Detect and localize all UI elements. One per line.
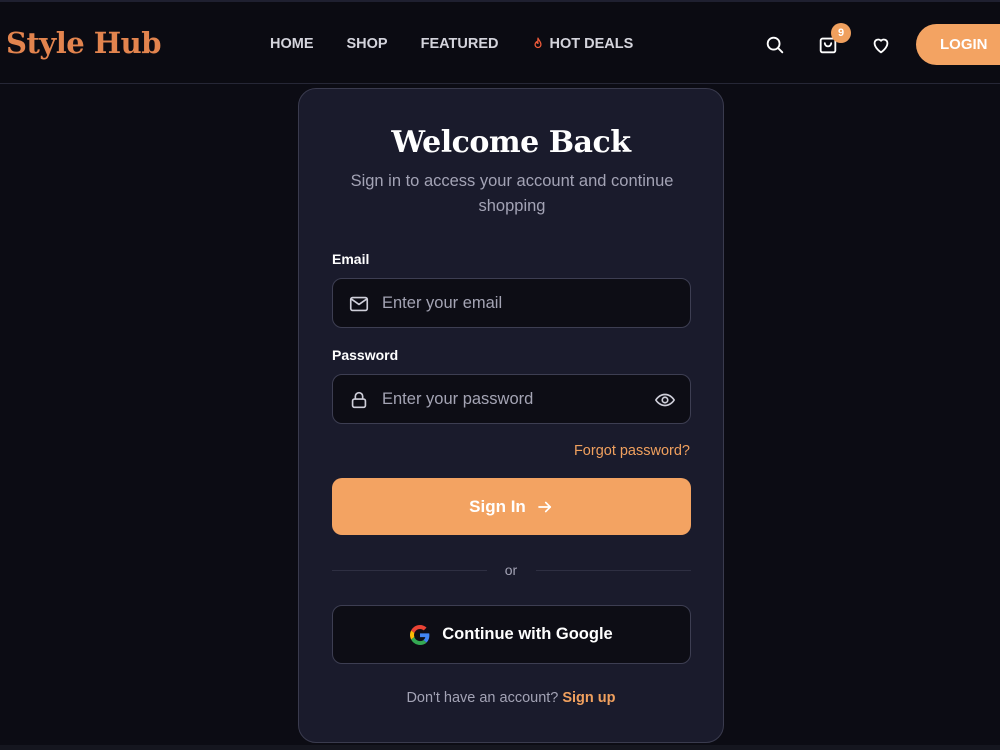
top-navbar: Style Hub HOME SHOP FEATURED HOT DEALS 9 xyxy=(0,0,1000,84)
email-input[interactable] xyxy=(382,279,642,327)
nav-link-home[interactable]: HOME xyxy=(270,36,314,52)
bottom-strip xyxy=(0,745,1000,750)
divider-right xyxy=(536,570,691,571)
email-label: Email xyxy=(332,251,370,267)
login-button[interactable]: LOGIN xyxy=(916,24,1000,65)
sign-up-link[interactable]: Sign up xyxy=(562,690,615,706)
sign-in-label: Sign In xyxy=(469,496,526,516)
forgot-password-link[interactable]: Forgot password? xyxy=(574,443,690,459)
nav-link-hot-deals-label: HOT DEALS xyxy=(549,36,634,52)
google-signin-label: Continue with Google xyxy=(442,625,613,643)
password-label: Password xyxy=(332,347,399,363)
main-nav: HOME SHOP FEATURED HOT DEALS xyxy=(270,36,666,52)
search-icon[interactable] xyxy=(764,34,786,56)
signup-prompt: Don't have an account? xyxy=(406,690,559,706)
sign-in-button[interactable]: Sign In xyxy=(332,478,691,535)
heart-icon[interactable] xyxy=(870,34,892,56)
password-input[interactable] xyxy=(382,375,642,423)
login-card: Welcome Back Sign in to access your acco… xyxy=(298,88,724,743)
nav-link-hot-deals[interactable]: HOT DEALS xyxy=(531,36,633,52)
google-signin-button[interactable]: Continue with Google xyxy=(332,605,691,664)
mail-icon xyxy=(349,296,369,312)
page: Style Hub HOME SHOP FEATURED HOT DEALS 9 xyxy=(0,0,1000,750)
nav-link-shop[interactable]: SHOP xyxy=(347,36,388,52)
nav-link-featured[interactable]: FEATURED xyxy=(421,36,499,52)
brand-logo[interactable]: Style Hub xyxy=(6,26,162,60)
login-title: Welcome Back xyxy=(391,125,631,160)
google-g-icon xyxy=(410,624,430,645)
signup-row: Don't have an account? Sign up xyxy=(299,690,723,706)
eye-icon[interactable] xyxy=(654,389,676,411)
email-field[interactable] xyxy=(332,278,691,328)
cart-count-badge: 9 xyxy=(831,23,851,43)
password-field[interactable] xyxy=(332,374,691,424)
login-subtitle: Sign in to access your account and conti… xyxy=(350,172,674,215)
lock-icon xyxy=(351,391,367,409)
arrow-right-icon xyxy=(538,501,551,512)
fire-icon xyxy=(534,37,543,49)
